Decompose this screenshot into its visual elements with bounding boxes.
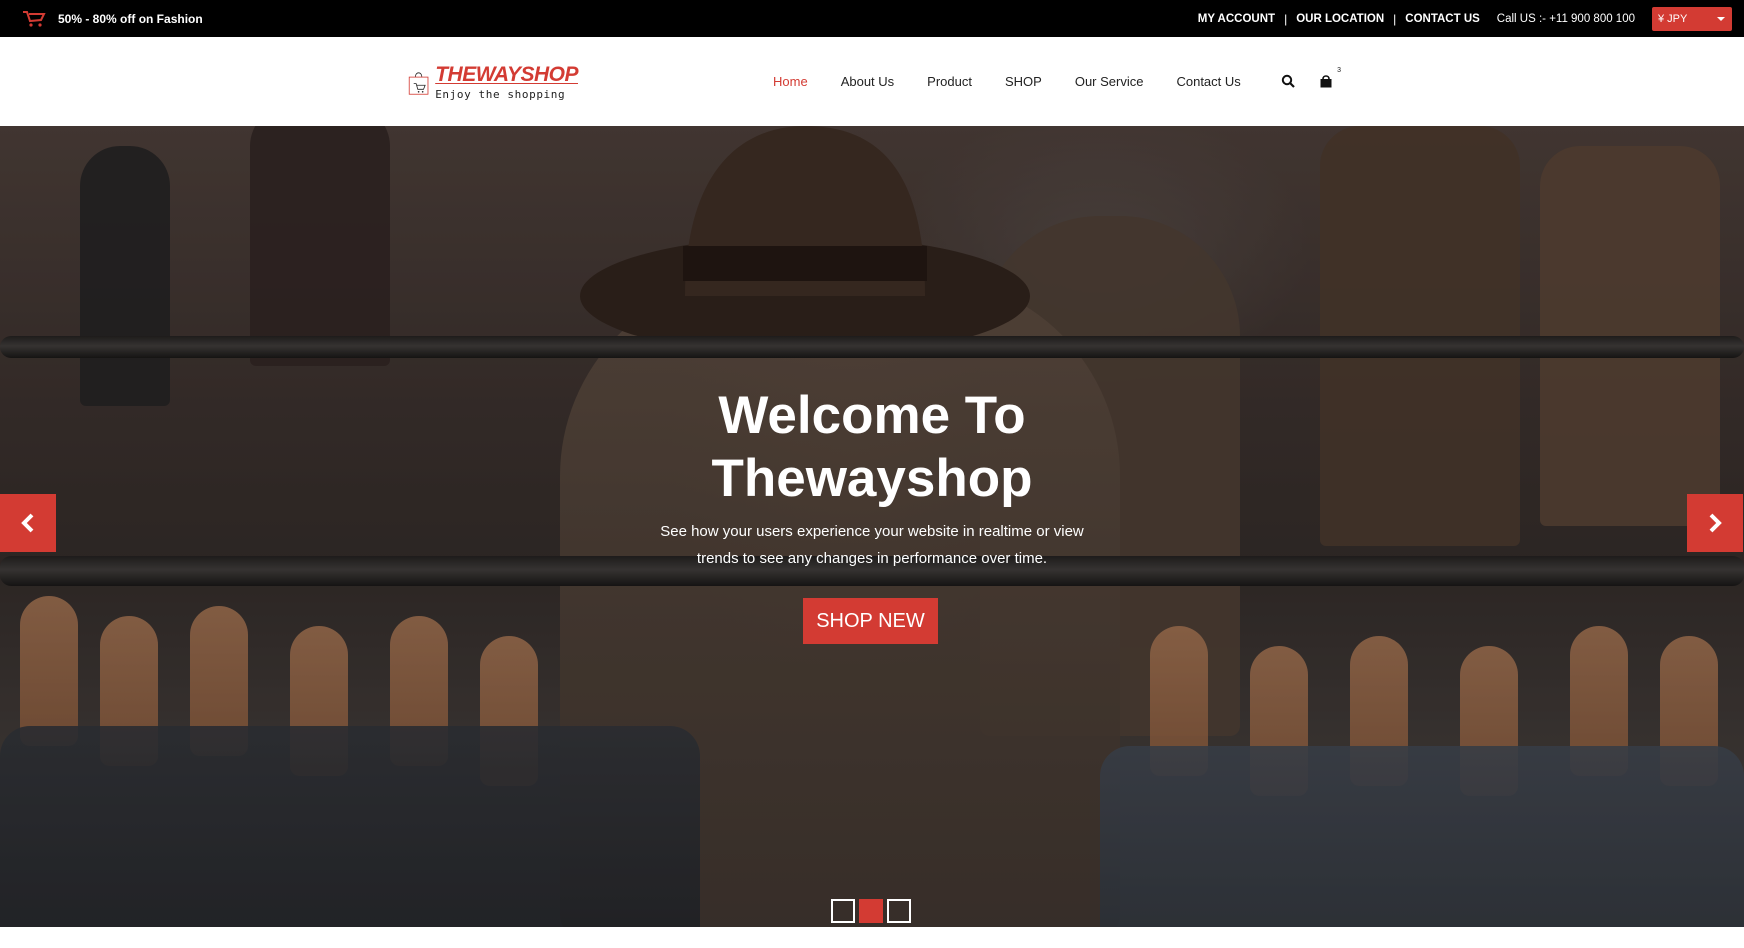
hero-subtitle-line: See how your users experience your websi… bbox=[660, 523, 1084, 540]
chevron-left-icon bbox=[21, 513, 34, 533]
header-icons: 3 bbox=[1281, 37, 1341, 126]
cart-button[interactable]: 3 bbox=[1319, 67, 1341, 90]
slider-dot-2[interactable] bbox=[859, 899, 883, 923]
promo: 50% - 80% off on Fashion bbox=[22, 0, 203, 37]
nav-product[interactable]: Product bbox=[927, 74, 972, 89]
hero-subtitle: See how your users experience your websi… bbox=[0, 518, 1744, 572]
slider-prev-button[interactable] bbox=[0, 494, 56, 552]
search-icon bbox=[1281, 74, 1295, 88]
hero-title-line: Welcome To bbox=[718, 386, 1026, 445]
main-header: THEWAYSHOP Enjoy the shopping Home About… bbox=[0, 37, 1744, 126]
logo-text: THEWAYSHOP Enjoy the shopping bbox=[435, 63, 578, 101]
search-button[interactable] bbox=[1281, 74, 1297, 90]
slider-dot-3[interactable] bbox=[887, 899, 911, 923]
top-links: MY ACCOUNT | OUR LOCATION | CONTACT US C… bbox=[1198, 0, 1744, 37]
hero-title-line: Thewayshop bbox=[711, 449, 1033, 508]
hero-subtitle-line: trends to see any changes in performance… bbox=[696, 550, 1048, 567]
our-location-link[interactable]: OUR LOCATION bbox=[1296, 13, 1384, 25]
nav-about-us[interactable]: About Us bbox=[841, 74, 894, 89]
hero-title: Welcome To Thewayshop bbox=[0, 384, 1744, 510]
slider-dot-1[interactable] bbox=[831, 899, 855, 923]
slider-next-button[interactable] bbox=[1687, 494, 1743, 552]
logo-name: THEWAYSHOP bbox=[435, 63, 578, 86]
logo[interactable]: THEWAYSHOP Enjoy the shopping bbox=[408, 47, 578, 117]
promo-text: 50% - 80% off on Fashion bbox=[58, 11, 203, 26]
currency-value: ¥ JPY bbox=[1658, 12, 1688, 25]
shop-new-button[interactable]: SHOP NEW bbox=[803, 598, 938, 644]
nav-contact-us[interactable]: Contact Us bbox=[1176, 74, 1240, 89]
shopping-cart-icon bbox=[23, 10, 46, 27]
phone-number: Call US :- +11 900 800 100 bbox=[1496, 12, 1635, 25]
currency-select[interactable]: ¥ JPY bbox=[1652, 6, 1732, 31]
my-account-link[interactable]: MY ACCOUNT bbox=[1198, 13, 1275, 25]
shopping-bag-logo-icon bbox=[408, 72, 429, 95]
main-nav: Home About Us Product SHOP Our Service C… bbox=[773, 37, 1274, 126]
shopping-bag-icon bbox=[1320, 74, 1332, 87]
separator: | bbox=[1284, 11, 1288, 26]
hero-slider: Welcome To Thewayshop See how your users… bbox=[0, 126, 1744, 927]
separator: | bbox=[1393, 11, 1397, 26]
slider-dots bbox=[831, 899, 911, 923]
contact-us-link[interactable]: CONTACT US bbox=[1405, 13, 1480, 25]
nav-our-service[interactable]: Our Service bbox=[1075, 74, 1144, 89]
hero-content: Welcome To Thewayshop See how your users… bbox=[0, 126, 1744, 927]
nav-home[interactable]: Home bbox=[773, 74, 808, 89]
chevron-right-icon bbox=[1709, 513, 1722, 533]
logo-tagline: Enjoy the shopping bbox=[435, 88, 566, 101]
nav-shop[interactable]: SHOP bbox=[1005, 74, 1042, 89]
chevron-down-icon bbox=[1717, 16, 1725, 21]
top-bar: 50% - 80% off on Fashion MY ACCOUNT | OU… bbox=[0, 0, 1744, 37]
cart-count-badge: 3 bbox=[1337, 66, 1341, 74]
